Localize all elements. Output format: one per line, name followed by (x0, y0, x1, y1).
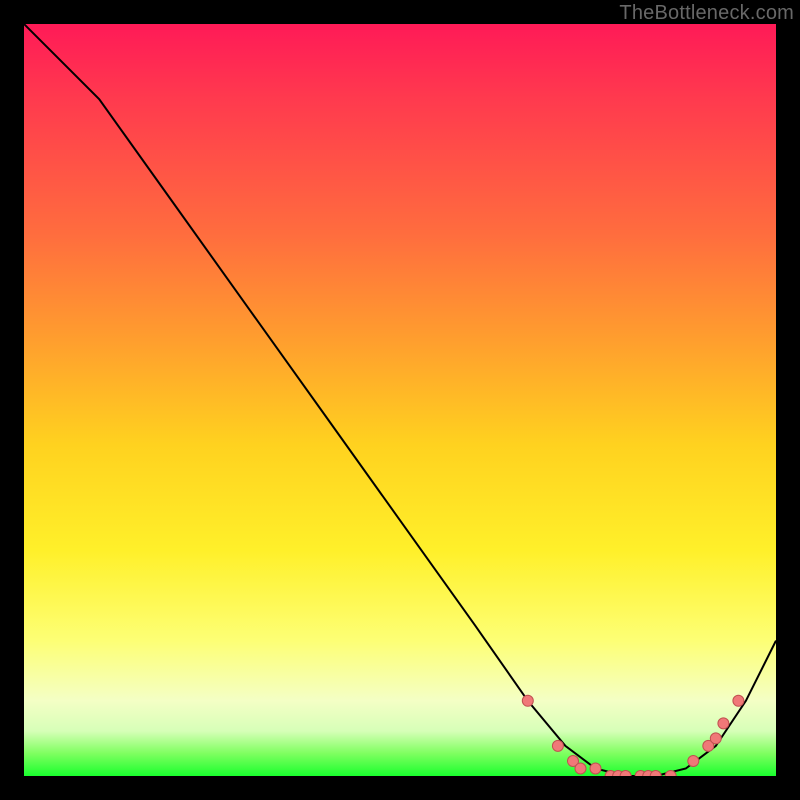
curve-marker (688, 756, 699, 767)
curve-marker (552, 740, 563, 751)
curve-marker (522, 695, 533, 706)
curve-marker (710, 733, 721, 744)
chart-frame (24, 24, 776, 776)
curve-marker (575, 763, 586, 774)
chart-svg (24, 24, 776, 776)
watermark-text: TheBottleneck.com (619, 2, 794, 25)
curve-marker (718, 718, 729, 729)
curve-marker (733, 695, 744, 706)
curve-marker (590, 763, 601, 774)
curve-markers (522, 695, 744, 776)
bottleneck-curve (24, 24, 776, 776)
